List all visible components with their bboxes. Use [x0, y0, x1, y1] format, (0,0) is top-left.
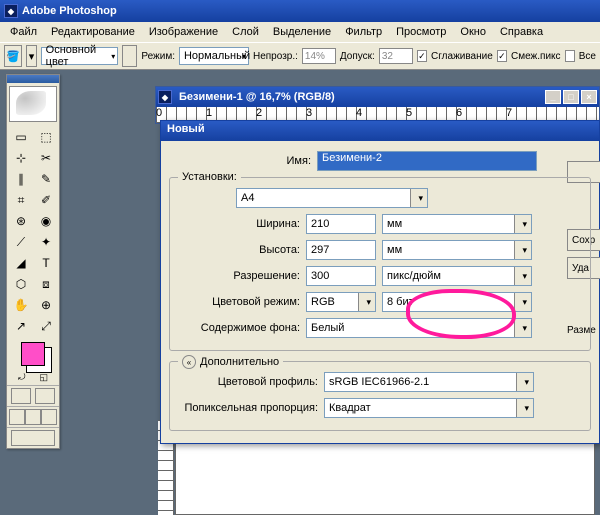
tolerance-label: Допуск:	[340, 51, 375, 62]
dialog-titlebar[interactable]: Новый	[161, 121, 599, 141]
menu-edit[interactable]: Редактирование	[45, 24, 141, 40]
app-titlebar: ◆ Adobe Photoshop	[0, 0, 600, 22]
tool-zoom[interactable]: ⤢	[34, 316, 58, 336]
menubar: Файл Редактирование Изображение Слой Выд…	[0, 22, 600, 42]
opacity-input[interactable]	[302, 48, 336, 64]
tool-blur[interactable]: ◢	[9, 253, 33, 273]
antialias-label: Сглаживание	[431, 51, 493, 62]
menu-file[interactable]: Файл	[4, 24, 43, 40]
width-unit-select[interactable]: мм	[382, 214, 532, 234]
resolution-label: Разрешение:	[176, 270, 306, 282]
app-icon: ◆	[4, 4, 18, 18]
pattern-picker[interactable]	[122, 45, 137, 67]
tool-brush[interactable]: ✐	[34, 190, 58, 210]
screen-full-menu[interactable]	[25, 409, 41, 425]
width-input[interactable]	[306, 214, 376, 234]
pixelaspect-select[interactable]: Квадрат	[324, 398, 534, 418]
background-label: Содержимое фона:	[176, 322, 306, 334]
alllayers-label: Все	[579, 51, 596, 62]
antialias-checkbox[interactable]: ✓	[417, 50, 427, 62]
tool-lasso[interactable]: ⊹	[9, 148, 33, 168]
menu-view[interactable]: Просмотр	[390, 24, 452, 40]
background-select[interactable]: Белый	[306, 318, 532, 338]
tool-path[interactable]: ⬡	[9, 274, 33, 294]
menu-image[interactable]: Изображение	[143, 24, 224, 40]
toolbox: ▭ ⬚ ⊹ ✂ ∥ ✎ ⌗ ✐ ⊛ ◉ ⟋ ✦ ◢ T ⬡ ⧈ ✋ ⊕ ↗ ⤢ …	[6, 74, 60, 449]
profile-label: Цветовой профиль:	[176, 376, 324, 388]
options-bar: 🪣 ▾ Основной цвет Режим: Нормальный Непр…	[0, 42, 600, 70]
tool-marquee[interactable]: ▭	[9, 127, 33, 147]
default-colors-icon[interactable]: ◱	[39, 372, 48, 383]
document-titlebar[interactable]: ◆ Безимени-1 @ 16,7% (RGB/8) _ □ ×	[156, 87, 599, 107]
tool-eraser[interactable]: ⟋	[9, 232, 33, 252]
tool-preset-dropdown[interactable]: ▾	[26, 45, 36, 67]
document-window: ◆Безимени-1 @ 16,7% (RGB/8) _ □ × 012345…	[155, 86, 600, 124]
tool-notes[interactable]: ✋	[9, 295, 33, 315]
menu-help[interactable]: Справка	[494, 24, 549, 40]
toolbox-header[interactable]	[7, 75, 59, 83]
screen-full[interactable]	[41, 409, 57, 425]
tool-stamp[interactable]: ⊛	[9, 211, 33, 231]
height-unit-select[interactable]: мм	[382, 240, 532, 260]
tool-shape[interactable]: ⧈	[34, 274, 58, 294]
current-tool-icon[interactable]: 🪣	[4, 45, 22, 67]
tool-wand[interactable]: ✂	[34, 148, 58, 168]
new-document-dialog: Новый Сохр Уда Разме Имя: Безимени-2 Уст…	[160, 120, 600, 444]
blend-mode-select[interactable]: Нормальный	[179, 47, 249, 65]
menu-select[interactable]: Выделение	[267, 24, 337, 40]
tool-type[interactable]: T	[34, 253, 58, 273]
fill-source-select[interactable]: Основной цвет	[41, 47, 119, 65]
mode-label: Режим:	[141, 51, 175, 62]
profile-select[interactable]: sRGB IEC61966-2.1	[324, 372, 534, 392]
app-title: Adobe Photoshop	[22, 5, 117, 17]
close-button[interactable]: ×	[581, 90, 597, 104]
contiguous-checkbox[interactable]: ✓	[497, 50, 507, 62]
contiguous-label: Смеж.пикс	[511, 51, 561, 62]
width-label: Ширина:	[176, 218, 306, 230]
preset-select[interactable]: A4	[236, 188, 428, 208]
tool-slice[interactable]: ✎	[34, 169, 58, 189]
doc-icon: ◆	[158, 90, 172, 104]
resolution-input[interactable]	[306, 266, 376, 286]
resolution-unit-select[interactable]: пикс/дюйм	[382, 266, 532, 286]
pixelaspect-label: Попиксельная пропорция:	[176, 402, 324, 414]
quickmask-on[interactable]	[35, 388, 55, 404]
brush-preview	[9, 86, 57, 122]
height-label: Высота:	[176, 244, 306, 256]
colormode-select[interactable]: RGB	[306, 292, 376, 312]
height-input[interactable]	[306, 240, 376, 260]
tool-hand[interactable]: ↗	[9, 316, 33, 336]
preset-label: Установки:	[178, 171, 241, 183]
tool-move[interactable]: ⬚	[34, 127, 58, 147]
name-input[interactable]: Безимени-2	[317, 151, 537, 171]
maximize-button[interactable]: □	[563, 90, 579, 104]
menu-layer[interactable]: Слой	[226, 24, 265, 40]
jump-to[interactable]	[11, 430, 55, 446]
opacity-label: Непрозр.:	[253, 51, 298, 62]
tool-eyedrop[interactable]: ⊕	[34, 295, 58, 315]
menu-filter[interactable]: Фильтр	[339, 24, 388, 40]
menu-window[interactable]: Окно	[454, 24, 492, 40]
quickmask-off[interactable]	[11, 388, 31, 404]
colormode-label: Цветовой режим:	[176, 296, 306, 308]
document-title: Безимени-1 @ 16,7% (RGB/8)	[179, 91, 335, 103]
tool-crop[interactable]: ∥	[9, 169, 33, 189]
color-swatch[interactable]	[21, 342, 45, 366]
advanced-label: Дополнительно	[200, 356, 279, 368]
chevron-up-icon[interactable]: «	[182, 355, 196, 369]
minimize-button[interactable]: _	[545, 90, 561, 104]
screen-std[interactable]	[9, 409, 25, 425]
tolerance-input[interactable]	[379, 48, 413, 64]
tool-gradient[interactable]: ✦	[34, 232, 58, 252]
name-label: Имя:	[169, 155, 317, 167]
swap-colors-icon[interactable]: ⤾	[18, 372, 26, 383]
tool-heal[interactable]: ⌗	[9, 190, 33, 210]
bitdepth-select[interactable]: 8 бит	[382, 292, 532, 312]
alllayers-checkbox[interactable]	[565, 50, 575, 62]
tool-history[interactable]: ◉	[34, 211, 58, 231]
